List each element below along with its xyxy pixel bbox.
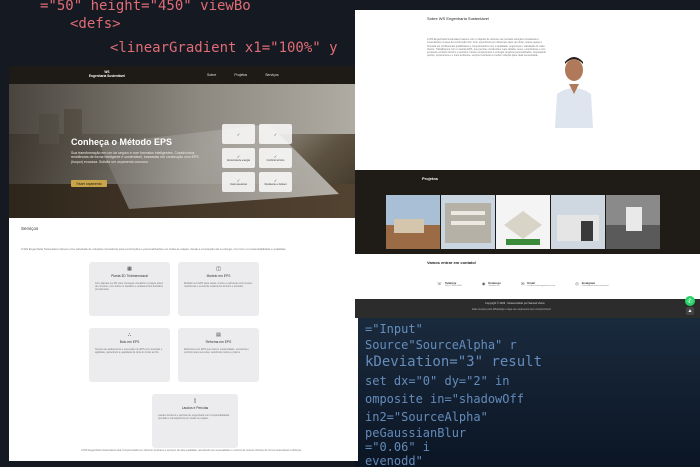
nav-links: Sobre Projetos Serviços <box>207 73 279 77</box>
site-logo[interactable]: WS Engenharia Sustentável <box>87 71 127 78</box>
service-title: Modelo em EPS <box>206 273 231 278</box>
code-line-b8: ="0.06" i <box>365 440 431 454</box>
email-icon: ✉ <box>521 281 525 286</box>
projects-title: Projetos <box>422 176 439 181</box>
check-icon: ✓ <box>236 131 241 137</box>
hero-subtitle: Sua transformação em um lar seguro e com… <box>71 151 199 164</box>
planta-3d-icon: ▦ <box>127 265 132 272</box>
site-footer: Copyright © 2023 · Desenvolvido por Samu… <box>355 299 700 318</box>
contact-email[interactable]: ✉ Email contato@wsengenharia.com <box>521 281 555 287</box>
service-desc: Com plantas em 3D você consegue visualiz… <box>95 281 163 292</box>
contact-value: Goiânia-GO <box>488 285 500 287</box>
website-mockup-about: Sobre WS Engenharia Sustentável A WS Eng… <box>355 10 700 318</box>
code-line-b1: ="Input" <box>365 322 423 336</box>
contact-value: @wsengenhariasustentavel <box>581 285 609 287</box>
service-card: ⛬ Bolo em EPS Serviço de acabamento e ex… <box>89 327 170 382</box>
services-intro: A WS Engenharia Sustentável oferece uma … <box>21 247 287 251</box>
benefit-label: Conforto térmico <box>266 159 285 162</box>
service-title: Bolo em EPS <box>119 339 140 344</box>
code-line-b4: set dx="0" dy="2" in <box>365 374 510 388</box>
nav-link-sobre[interactable]: Sobre <box>207 73 216 77</box>
code-line-b7: peGaussianBlur <box>365 426 467 440</box>
projects-gallery <box>386 195 660 249</box>
website-mockup-home: WS Engenharia Sustentável Sobre Projetos… <box>9 66 358 461</box>
footer-copyright: Copyright © 2023 · Desenvolvido por Samu… <box>485 302 545 305</box>
top-navbar: WS Engenharia Sustentável Sobre Projetos… <box>9 66 358 84</box>
contact-section: Vamos entrar em contato! ☏ Telefone (62) … <box>355 254 700 299</box>
founder-photo-svg <box>549 50 599 128</box>
instagram-icon: ◎ <box>575 281 579 286</box>
phone-icon: ☏ <box>437 281 443 286</box>
services-title: Serviços <box>21 226 39 231</box>
quote-button[interactable]: Fazer orçamento <box>71 180 107 187</box>
service-card: ▦ Planta 3D Tridimensional Com plantas e… <box>89 261 170 316</box>
projects-section: Projetos <box>355 170 700 254</box>
contact-title: Vamos entrar em contato! <box>427 260 477 265</box>
whatsapp-icon[interactable]: ✆ <box>685 296 695 306</box>
hero-benefit-cards: ✓ ✓ ✓ Economia de energia ✓ Conforto térmi… <box>222 124 292 192</box>
hero-title: Conheça o Método EPS <box>71 137 173 147</box>
back-to-top-icon[interactable]: ▲ <box>686 307 694 315</box>
contact-address[interactable]: ◉ Endereço Goiânia-GO <box>482 281 501 287</box>
code-line-b5: omposite in="shadowOff <box>365 392 524 406</box>
benefit-card: ✓ Conforto térmico <box>259 148 292 168</box>
about-text: A WS Engenharia Sustentável nasceu com o… <box>427 38 546 58</box>
founder-photo <box>549 50 599 128</box>
footer-whatsapp-link[interactable]: Fale conosco pelo WhatsApp e faça seu or… <box>472 308 551 311</box>
service-desc: Reformas com EPS que trazem modernidade,… <box>184 347 249 354</box>
contact-instagram[interactable]: ◎ Instagram @wsengenhariasustentavel <box>575 281 608 287</box>
benefit-card: ✓ <box>259 124 292 144</box>
cake-icon: ⛬ <box>127 331 132 338</box>
project-photo-3[interactable] <box>496 195 550 249</box>
services-footer-note: A WS Engenharia Sustentável está comprom… <box>81 448 302 452</box>
project-photo-4[interactable] <box>551 195 605 249</box>
benefit-card: ✓ Economia de energia <box>222 148 255 168</box>
contact-value: contato@wsengenharia.com <box>527 285 556 287</box>
code-line-b3: kDeviation="3" result <box>365 354 543 370</box>
service-title: Reforma em EPS <box>205 339 232 344</box>
benefit-card: ✓ Custo acessível <box>222 172 255 192</box>
project-photo-5[interactable] <box>606 195 660 249</box>
contact-list: ☏ Telefone (62) 9 9999-0000 ◉ Endereço Goi… <box>437 281 609 287</box>
service-desc: Modelos em EPS para casas, muros e estru… <box>184 281 253 288</box>
hero-section: Conheça o Método EPS Sua transformação e… <box>9 84 358 218</box>
service-title: Laudos e Perícias <box>181 405 209 410</box>
services-section: Serviços A WS Engenharia Sustentável ofe… <box>9 218 358 454</box>
document-icon: ▯ <box>193 397 197 404</box>
model-icon: ◫ <box>216 265 221 272</box>
benefit-card: ✓ <box>222 124 255 144</box>
code-line-b2: Source"SourceAlpha" r <box>365 338 517 352</box>
check-icon: ✓ <box>273 131 278 137</box>
logo-line-2: Engenharia Sustentável <box>88 74 126 78</box>
project-photo-2[interactable] <box>441 195 495 249</box>
code-editor-background-bottom: ="Input" Source"SourceAlpha" r kDeviatio… <box>355 318 700 467</box>
benefit-label: Economia de energia <box>227 159 250 162</box>
renovation-icon: ▤ <box>216 331 221 338</box>
service-card: ▯ Laudos e Perícias Laudos técnicos e pe… <box>152 393 238 448</box>
benefit-label: Custo acessível <box>230 183 247 186</box>
code-line-2: <defs> <box>70 16 121 32</box>
service-card: ◫ Modelo em EPS Modelos em EPS para casa… <box>178 261 259 316</box>
about-title: Sobre WS Engenharia Sustentável <box>427 16 489 21</box>
service-card: ▤ Reforma em EPS Reformas com EPS que tr… <box>178 327 259 382</box>
benefit-card: ✓ Resistente e durável <box>259 172 292 192</box>
about-section: Sobre WS Engenharia Sustentável A WS Eng… <box>355 10 700 170</box>
project-photo-1[interactable] <box>386 195 440 249</box>
service-desc: Laudos técnicos e perícias de engenharia… <box>158 413 230 420</box>
nav-link-projetos[interactable]: Projetos <box>234 73 247 77</box>
location-icon: ◉ <box>481 281 486 286</box>
code-line-b9: evenodd" <box>365 454 423 467</box>
contact-phone[interactable]: ☏ Telefone (62) 9 9999-0000 <box>437 281 462 287</box>
services-grid: ▦ Planta 3D Tridimensional Com plantas e… <box>89 261 259 382</box>
nav-link-servicos[interactable]: Serviços <box>265 73 278 77</box>
code-line-b6: in2="SourceAlpha" <box>365 410 488 424</box>
code-line-3: <linearGradient x1="100%" y <box>110 40 338 56</box>
code-line-1: ="50" height="450" viewBo <box>40 0 251 14</box>
service-desc: Serviço de acabamento e execução em EPS … <box>95 347 163 354</box>
benefit-label: Resistente e durável <box>264 183 287 186</box>
service-title: Planta 3D Tridimensional <box>111 273 148 278</box>
contact-value: (62) 9 9999-0000 <box>445 285 462 287</box>
